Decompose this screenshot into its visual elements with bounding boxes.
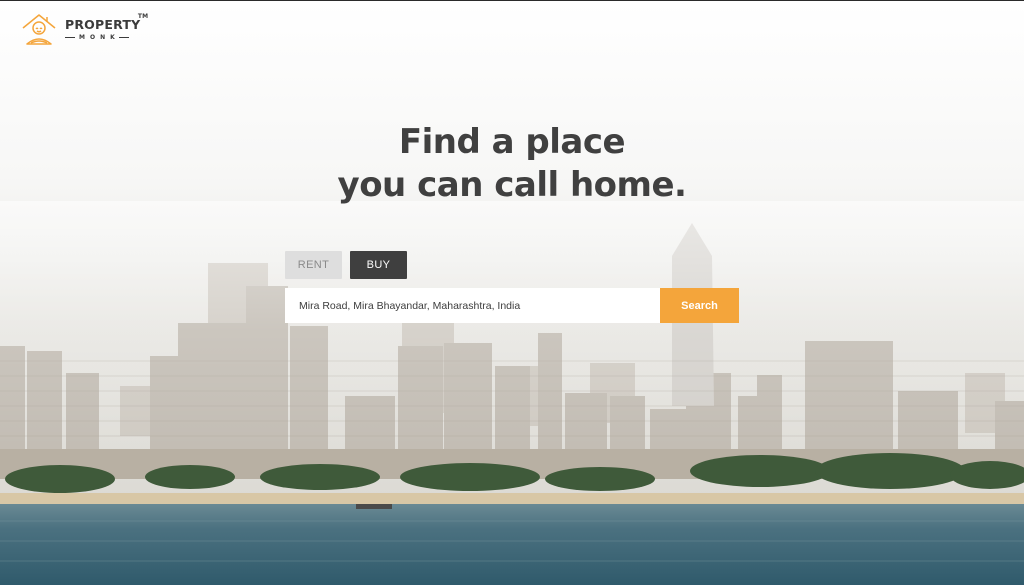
tab-rent[interactable]: RENT xyxy=(285,251,342,279)
brand-logo[interactable]: PROPERTY TM MONK xyxy=(21,13,148,47)
hero-title-line-1: Find a place xyxy=(398,122,626,162)
brand-subtitle: MONK xyxy=(65,33,140,41)
house-monk-icon xyxy=(22,14,56,45)
brand-name: PROPERTY TM xyxy=(65,14,148,33)
divider xyxy=(118,37,129,39)
brand-name-text: PROPERTY xyxy=(65,17,141,33)
trademark-mark: TM xyxy=(137,13,149,21)
search-button[interactable]: Search xyxy=(660,288,739,323)
location-search-input[interactable]: Mira Road, Mira Bhayandar, Maharashtra, … xyxy=(285,288,660,323)
divider xyxy=(65,37,75,39)
listing-mode-tabs: RENT BUY xyxy=(285,251,407,279)
hero-title: Find a place you can call home. xyxy=(0,121,1024,207)
brand-subtitle-text: MONK xyxy=(79,33,120,41)
hero-title-line-2: you can call home. xyxy=(337,165,687,205)
tab-buy[interactable]: BUY xyxy=(350,251,407,279)
